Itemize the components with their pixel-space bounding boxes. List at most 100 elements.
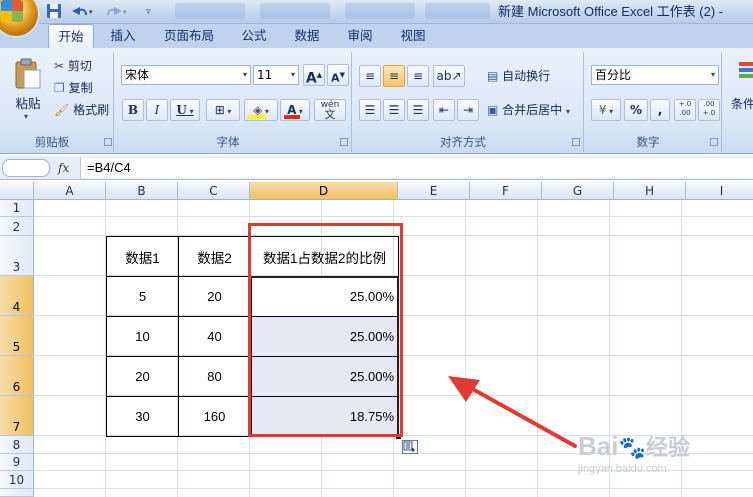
row-header-6[interactable]: 6 <box>0 356 34 396</box>
number-format-combo[interactable]: 百分比 ▾ <box>591 65 719 85</box>
cut-button[interactable]: ✂ 剪切 <box>54 56 112 76</box>
align-middle-button[interactable]: ≡ <box>383 65 405 87</box>
row-header-11[interactable] <box>0 489 34 497</box>
column-header-f[interactable]: F <box>470 182 542 200</box>
align-left-button[interactable]: ☰ <box>359 99 381 121</box>
clipboard-launcher-icon[interactable] <box>104 138 112 146</box>
office-logo-icon <box>1 0 23 22</box>
tab-view[interactable]: 视图 <box>391 24 435 48</box>
align-right-button[interactable]: ☰ <box>407 99 429 121</box>
format-painter-button[interactable]: 🖌 格式刷 <box>54 100 112 120</box>
column-header-b[interactable]: B <box>106 182 178 200</box>
row-header-5[interactable]: 5 <box>0 316 34 356</box>
cell-c3[interactable]: 数据2 <box>178 236 251 277</box>
align-top-icon: ≡ <box>364 69 376 83</box>
decrease-decimal-button[interactable]: .00 +.0 <box>698 99 720 121</box>
phonetic-button[interactable]: wén 文 <box>314 99 346 121</box>
column-header-c[interactable]: C <box>178 182 250 200</box>
row-header-2[interactable]: 2 <box>0 217 34 236</box>
fill-color-button[interactable]: ◈ ▾ <box>244 99 278 121</box>
column-header-g[interactable]: G <box>542 182 614 200</box>
tab-home[interactable]: 开始 <box>48 24 94 48</box>
font-name-combo[interactable]: 宋体 ▾ <box>121 65 251 85</box>
chevron-down-icon: ▾ <box>606 107 614 116</box>
taskbar-thumbnail <box>260 3 330 19</box>
font-launcher-icon[interactable] <box>340 138 348 146</box>
wrap-text-button[interactable]: ▤ 自动换行 <box>487 66 582 86</box>
undo-icon[interactable]: ▾ <box>68 3 98 21</box>
auto-fill-options-icon[interactable] <box>402 440 418 454</box>
orientation-button[interactable]: ab↗ <box>433 65 465 87</box>
conditional-format-icon[interactable] <box>736 60 753 90</box>
cell-c5[interactable]: 40 <box>178 316 251 357</box>
grow-font-button[interactable]: A▲ <box>303 64 325 87</box>
font-color-button[interactable]: A ▾ <box>280 99 310 121</box>
cell-b7[interactable]: 30 <box>106 396 179 437</box>
tab-formulas[interactable]: 公式 <box>233 24 275 48</box>
align-bottom-button[interactable]: ≡ <box>407 65 429 87</box>
cell-c6[interactable]: 80 <box>178 356 251 397</box>
copy-button[interactable]: ❐ 复制 <box>54 78 112 98</box>
row-header-8[interactable]: 8 <box>0 436 34 454</box>
cell-b4[interactable]: 5 <box>106 276 179 317</box>
comma-button[interactable]: , <box>650 99 670 121</box>
chevron-down-icon: ▾ <box>224 107 232 116</box>
conditional-format-label[interactable]: 条件 <box>731 94 753 114</box>
percent-button[interactable]: % <box>624 99 648 121</box>
row-header-7[interactable]: 7 <box>0 396 34 436</box>
cell-b6[interactable]: 20 <box>106 356 179 397</box>
row-header-1[interactable]: 1 <box>0 200 34 217</box>
italic-button[interactable]: I <box>146 99 168 121</box>
cell-b5[interactable]: 10 <box>106 316 179 357</box>
currency-button[interactable]: ¥ ▾ <box>591 99 621 121</box>
tab-page-layout[interactable]: 页面布局 <box>158 24 220 48</box>
column-header-e[interactable]: E <box>398 182 470 200</box>
shrink-font-button[interactable]: A▼ <box>327 64 349 86</box>
tab-data[interactable]: 数据 <box>285 24 329 48</box>
brush-icon: 🖌 <box>54 103 70 117</box>
decrease-indent-button[interactable]: ⇤ <box>433 99 455 121</box>
underline-label: U <box>176 103 187 117</box>
alignment-launcher-icon[interactable] <box>572 138 580 146</box>
underline-button[interactable]: U ▾ <box>170 99 200 121</box>
row-header-9[interactable]: 9 <box>0 454 34 471</box>
merge-center-button[interactable]: ▣ 合并后居中 ▾ <box>487 100 582 120</box>
customize-qat-icon[interactable]: ▿ <box>146 3 160 21</box>
insert-function-icon[interactable]: fx <box>58 160 74 176</box>
paste-button[interactable]: 粘贴 ▾ <box>10 56 46 126</box>
save-icon[interactable] <box>46 3 64 21</box>
bold-button[interactable]: B <box>122 99 144 121</box>
name-box[interactable] <box>2 159 50 177</box>
row-header-10[interactable]: 10 <box>0 471 34 489</box>
column-header-h[interactable]: H <box>614 182 686 200</box>
decrease-indent-icon: ⇤ <box>438 103 450 117</box>
watermark-url: jingyan.baidu.com <box>578 463 667 475</box>
shrink-font-icon: A <box>331 71 340 85</box>
align-middle-icon: ≡ <box>388 69 400 83</box>
cell-c4[interactable]: 20 <box>178 276 251 317</box>
redo-icon[interactable]: ▾ <box>100 3 130 21</box>
cell-c7[interactable]: 160 <box>178 396 251 437</box>
column-header-a[interactable]: A <box>34 182 106 200</box>
increase-indent-button[interactable]: ⇥ <box>457 99 479 121</box>
chevron-down-icon: ▾ <box>710 70 715 79</box>
align-center-button[interactable]: ☰ <box>383 99 405 121</box>
borders-button[interactable]: ⊞ ▾ <box>206 99 240 121</box>
align-top-button[interactable]: ≡ <box>359 65 381 87</box>
formula-input[interactable]: =B4/C4 <box>80 158 753 178</box>
increase-decimal-button[interactable]: +.0 .00 <box>674 99 696 121</box>
row-header-3[interactable]: 3 <box>0 236 34 276</box>
column-header-d[interactable]: D <box>250 182 398 200</box>
tab-review[interactable]: 审阅 <box>338 24 382 48</box>
number-group-label: 数字 <box>636 135 660 149</box>
svg-text:▾: ▾ <box>89 8 93 16</box>
number-launcher-icon[interactable] <box>710 138 718 146</box>
row-header-4[interactable]: 4 <box>0 276 34 316</box>
cell-b3[interactable]: 数据1 <box>106 236 179 277</box>
font-size-combo[interactable]: 11 ▾ <box>253 65 299 85</box>
tab-insert[interactable]: 插入 <box>103 24 143 48</box>
chevron-down-icon: ▾ <box>290 70 295 79</box>
column-header-i[interactable]: I <box>686 182 753 200</box>
grow-font-icon: A <box>305 70 317 87</box>
select-all-corner[interactable] <box>0 182 34 200</box>
